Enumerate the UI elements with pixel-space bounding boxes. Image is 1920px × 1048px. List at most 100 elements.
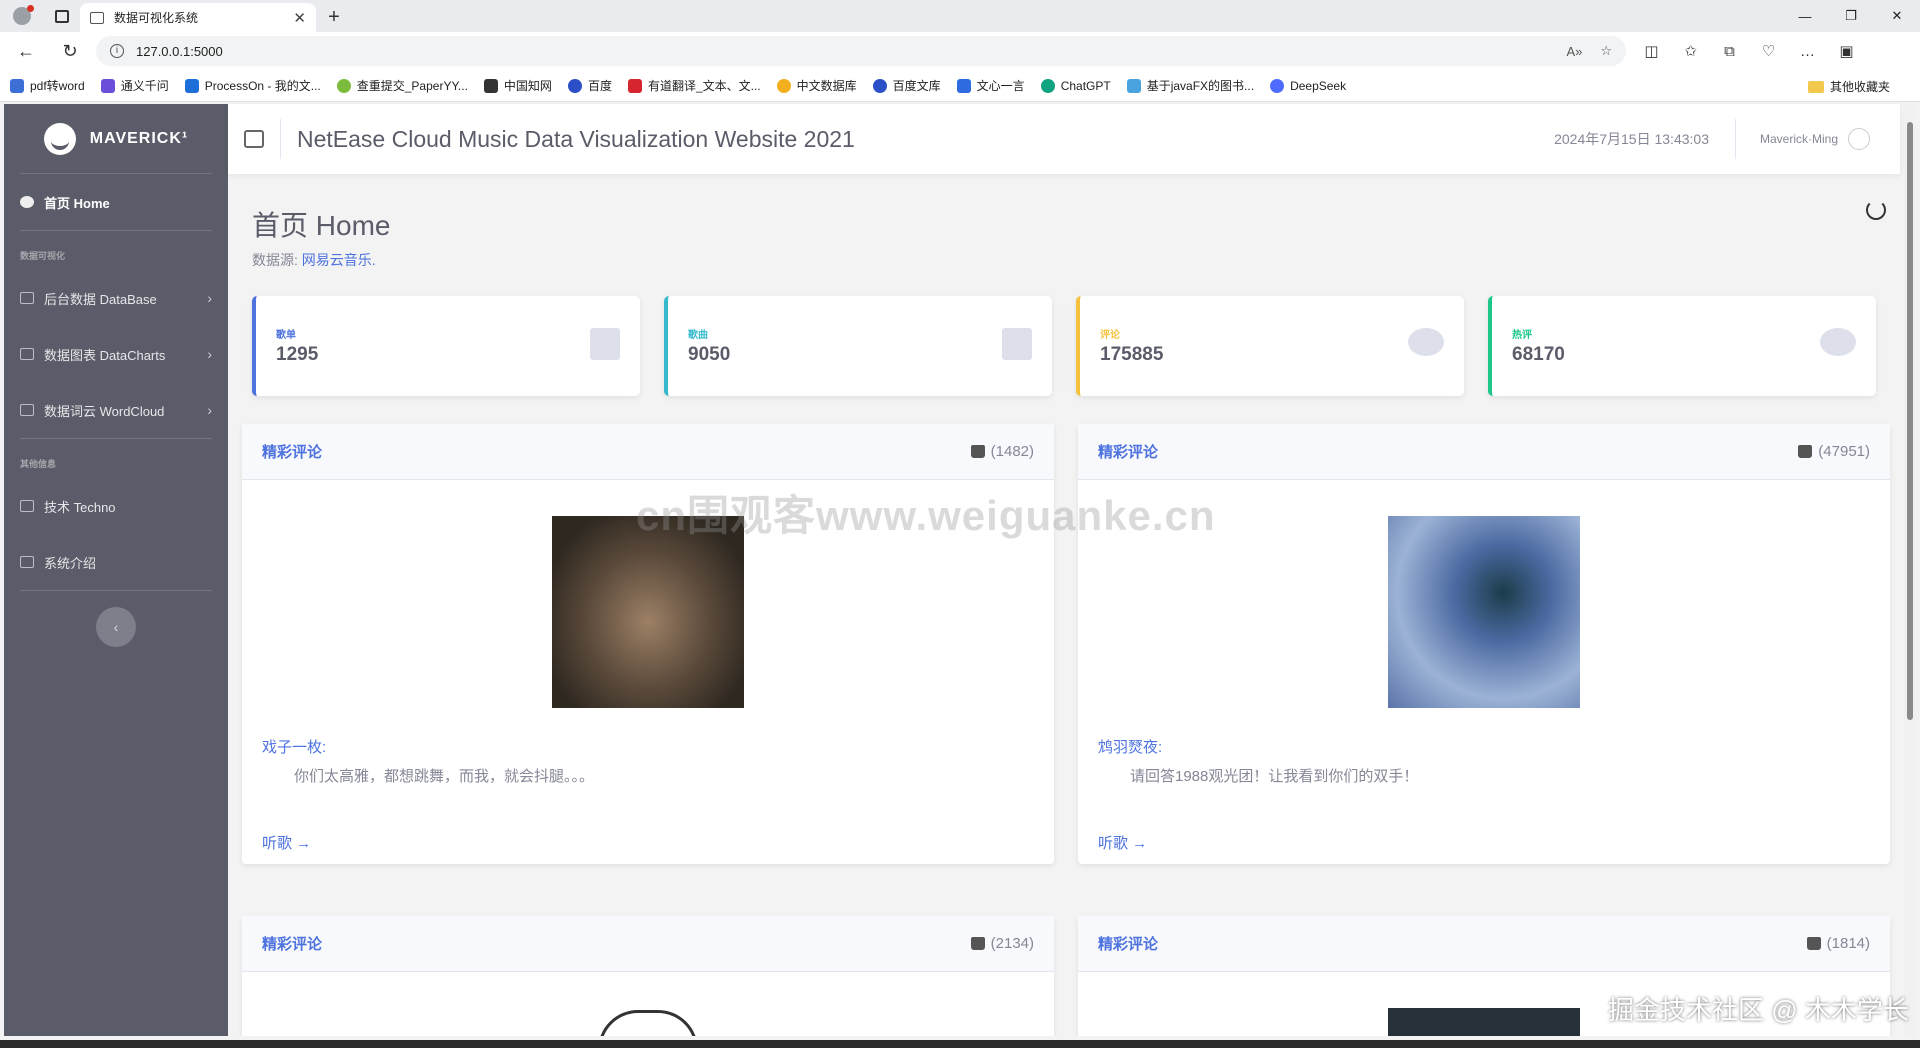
new-tab-button[interactable]: + bbox=[316, 3, 352, 32]
bookmark-item[interactable]: 通义千问 bbox=[100, 77, 169, 94]
site-info-icon[interactable]: i bbox=[110, 44, 124, 58]
scroll-thumb[interactable] bbox=[1907, 122, 1913, 720]
sidebar-item-database[interactable]: 后台数据 DataBase › bbox=[4, 270, 228, 326]
juejin-watermark: 掘金技术社区 @ 木木学长 bbox=[1608, 995, 1909, 1025]
split-screen-icon[interactable]: ◫ bbox=[1632, 35, 1671, 67]
sidebar-heading-other: 其他信息 bbox=[20, 459, 57, 469]
smile-logo-icon bbox=[43, 122, 76, 155]
minimize-button[interactable]: — bbox=[1782, 0, 1828, 32]
profile-button[interactable] bbox=[0, 0, 44, 32]
folder-icon bbox=[1807, 80, 1824, 93]
other-bookmarks[interactable]: 其他收藏夹 bbox=[1807, 78, 1890, 95]
listen-link[interactable]: 听歌 → bbox=[262, 832, 1034, 853]
bookmark-item[interactable]: 百度 bbox=[567, 77, 612, 94]
bar-chart-icon bbox=[20, 404, 34, 416]
card-title: 精彩评论 bbox=[1098, 444, 1159, 461]
user-avatar-image bbox=[598, 1010, 698, 1036]
reload-button[interactable]: ↻ bbox=[52, 35, 88, 67]
stat-card-playlists: 歌单 1295 bbox=[252, 296, 640, 396]
data-source: 数据源: 网易云音乐. bbox=[252, 252, 376, 268]
comments-icon bbox=[1820, 328, 1856, 356]
sidebar-item-home[interactable]: 首页 Home bbox=[4, 174, 228, 230]
address-bar-row: ← ↻ i 127.0.0.1:5000 A» ☆ ◫ ✩ ⧉ ♡ … ▣ bbox=[0, 32, 1920, 70]
bookmark-item[interactable]: 百度文库 bbox=[872, 77, 941, 94]
read-aloud-icon[interactable]: A» bbox=[1566, 44, 1582, 59]
tab-actions-button[interactable] bbox=[44, 0, 80, 32]
brand[interactable]: MAVERICK¹ bbox=[20, 104, 212, 174]
line-chart-icon bbox=[244, 130, 264, 148]
bookmark-icon bbox=[1270, 78, 1285, 93]
back-button[interactable]: ← bbox=[8, 35, 44, 67]
page-scrollbar[interactable] bbox=[1904, 104, 1916, 1036]
sidebar-heading-viz: 数据可视化 bbox=[20, 251, 66, 261]
calendar-icon bbox=[590, 328, 620, 360]
bookmark-item[interactable]: DeepSeek bbox=[1270, 78, 1346, 93]
browser-essentials-icon[interactable]: ♡ bbox=[1749, 35, 1788, 67]
url-field[interactable]: i 127.0.0.1:5000 A» ☆ bbox=[96, 36, 1626, 66]
user-avatar-image bbox=[552, 516, 744, 708]
thumbs-up-icon bbox=[970, 937, 985, 950]
card-title: 精彩评论 bbox=[1098, 936, 1159, 953]
bookmark-icon bbox=[1126, 78, 1141, 93]
bookmark-item[interactable]: 查重提交_PaperYY... bbox=[336, 77, 468, 94]
chevron-right-icon: › bbox=[207, 402, 212, 418]
comments-icon bbox=[1408, 328, 1444, 356]
url-text: 127.0.0.1:5000 bbox=[136, 43, 223, 59]
more-icon[interactable]: … bbox=[1788, 35, 1827, 67]
bookmark-icon bbox=[100, 78, 115, 93]
close-tab-icon[interactable]: ✕ bbox=[293, 9, 306, 27]
comment-text: 你们太高雅，都想跳舞，而我，就会抖腿。。。 bbox=[294, 768, 595, 785]
site-title: NetEase Cloud Music Data Visualization W… bbox=[297, 125, 855, 152]
bookmark-item[interactable]: 中国知网 bbox=[483, 77, 552, 94]
like-count: (47951) bbox=[1798, 443, 1870, 460]
bookmark-item[interactable]: 基于javaFX的图书... bbox=[1126, 77, 1254, 94]
sidebar-item-techno[interactable]: 技术 Techno bbox=[4, 478, 228, 534]
topbar: NetEase Cloud Music Data Visualization W… bbox=[228, 104, 1900, 174]
collections-icon[interactable]: ⧉ bbox=[1710, 35, 1749, 67]
user-name[interactable]: Maverick·Ming bbox=[1734, 119, 1838, 159]
sidebar: MAVERICK¹ 首页 Home 数据可视化 后台数据 DataBase › … bbox=[4, 104, 228, 1036]
bookmark-icon bbox=[776, 78, 791, 93]
sidebar-toggle-button[interactable]: ‹ bbox=[96, 607, 136, 647]
sidebar-item-intro[interactable]: 系统介绍 bbox=[4, 534, 228, 590]
chevron-left-icon: ‹ bbox=[113, 619, 119, 635]
browser-tab-bar: 数据可视化系统 ✕ + — ❐ ✕ bbox=[0, 0, 1920, 32]
like-count: (1814) bbox=[1806, 935, 1870, 952]
favorite-star-icon[interactable]: ☆ bbox=[1600, 43, 1612, 59]
bookmark-item[interactable]: 中文数据库 bbox=[776, 77, 857, 94]
favorites-icon[interactable]: ✩ bbox=[1671, 35, 1710, 67]
data-source-link[interactable]: 网易云音乐. bbox=[302, 252, 376, 268]
brand-name: MAVERICK¹ bbox=[89, 129, 189, 147]
bar-chart-icon bbox=[20, 556, 34, 568]
refresh-icon[interactable] bbox=[1866, 200, 1886, 220]
listen-link[interactable]: 听歌 → bbox=[1098, 832, 1870, 853]
bookmark-item[interactable]: ChatGPT bbox=[1040, 78, 1111, 93]
card-title: 精彩评论 bbox=[262, 444, 323, 461]
table-icon bbox=[20, 292, 34, 304]
close-window-button[interactable]: ✕ bbox=[1874, 0, 1920, 32]
bookmark-icon bbox=[872, 78, 887, 93]
bookmark-icon bbox=[627, 78, 642, 93]
user-avatar-image bbox=[1388, 1008, 1580, 1036]
stat-card-comments: 评论 175885 bbox=[1076, 296, 1464, 396]
thumbs-up-icon bbox=[970, 445, 985, 458]
card-title: 精彩评论 bbox=[262, 936, 323, 953]
sidebar-toggle-icon[interactable]: ▣ bbox=[1827, 35, 1866, 67]
taskbar bbox=[0, 1040, 1920, 1048]
avatar[interactable] bbox=[1848, 128, 1870, 150]
thumbs-up-icon bbox=[1798, 445, 1813, 458]
restore-button[interactable]: ❐ bbox=[1828, 0, 1874, 32]
bookmark-item[interactable]: pdf转word bbox=[10, 77, 85, 94]
sidebar-item-wordcloud[interactable]: 数据词云 WordCloud › bbox=[4, 382, 228, 438]
sidebar-item-datacharts[interactable]: 数据图表 DataCharts › bbox=[4, 326, 228, 382]
bookmark-item[interactable]: 文心一言 bbox=[956, 77, 1025, 94]
table-icon bbox=[20, 500, 34, 512]
bookmark-icon bbox=[956, 78, 971, 93]
bookmark-icon bbox=[10, 78, 24, 93]
bookmark-item[interactable]: 有道翻译_文本、文... bbox=[627, 77, 761, 94]
chart-favicon-icon bbox=[90, 11, 104, 24]
browser-tab[interactable]: 数据可视化系统 ✕ bbox=[80, 3, 316, 32]
site-watermark: cn围观客www.weiguanke.cn bbox=[636, 492, 1216, 539]
bookmark-item[interactable]: ProcessOn - 我的文... bbox=[184, 77, 321, 94]
comment-card: 精彩评论 (2134) bbox=[242, 916, 1054, 1036]
